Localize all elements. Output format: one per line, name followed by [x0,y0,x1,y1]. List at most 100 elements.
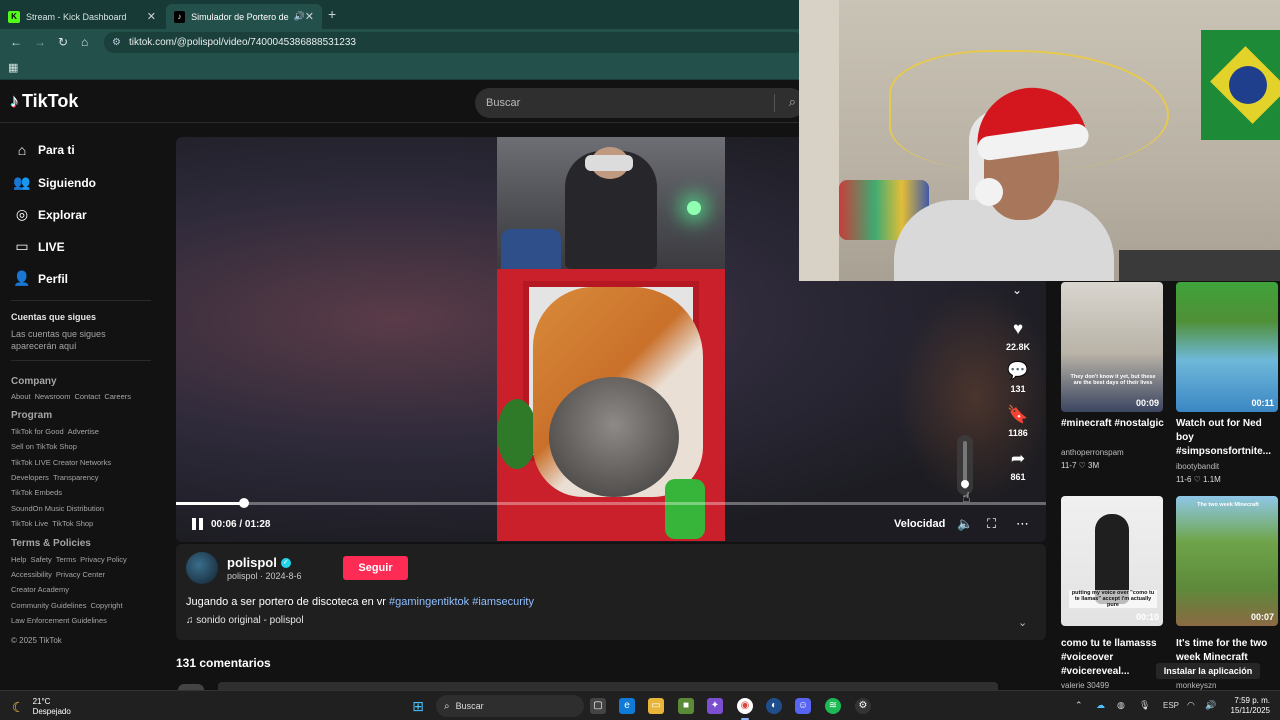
sidebar-item-para-ti[interactable]: ⌂ Para ti [12,142,75,158]
system-clock[interactable]: 7:59 p. m. 15/11/2025 [1224,696,1270,716]
edge-icon[interactable]: e [619,698,635,714]
video-frame[interactable] [497,137,725,541]
share-button[interactable]: ➦ 861 [993,449,1043,482]
related-video-author[interactable]: monkeyszn [1176,681,1216,690]
more-options-icon[interactable]: ⋯ [1016,516,1029,532]
footer-link[interactable]: Careers [104,392,131,401]
footer-link[interactable]: About [11,392,31,401]
footer-link[interactable]: Terms [56,555,76,564]
avatar[interactable] [186,552,218,584]
related-video-author[interactable]: valerie 30499 [1061,681,1109,690]
footer-link[interactable]: Contact [74,392,100,401]
footer-link[interactable]: Copyright [90,601,122,610]
onedrive-icon[interactable]: ☁ [1096,700,1105,711]
footer-link[interactable]: Law Enforcement Guidelines [11,616,107,625]
minecraft-icon[interactable]: ■ [678,698,694,714]
language-indicator[interactable]: ESP [1163,701,1179,710]
close-tab-icon[interactable]: ✕ [147,10,156,23]
footer-link[interactable]: Safety [30,555,51,564]
footer-link[interactable]: TikTok Shop [52,519,93,528]
related-video-title[interactable]: como tu te llamasss #voiceover #voicerev… [1061,637,1165,679]
sidebar-item-explorar[interactable]: ◎ Explorar [12,206,87,223]
home-icon[interactable]: ⌂ [81,35,88,49]
new-tab-icon[interactable]: + [328,6,336,22]
related-video-title[interactable]: Watch out for Ned boy #simpsonsfortnite.… [1176,417,1280,459]
footer-link[interactable]: Privacy Policy [80,555,127,564]
tray-app-icon[interactable]: ◍ [1117,700,1125,711]
hashtag-link[interactable]: #gamingentiktok [389,596,469,608]
related-video-thumb[interactable]: 00:11 [1176,282,1278,412]
speaker-icon[interactable]: 🔊 [294,11,305,22]
back-icon[interactable]: ← [10,35,22,49]
like-button[interactable]: ♥ 22.8K [993,319,1043,352]
footer-link[interactable]: Help [11,555,26,564]
search-icon[interactable]: ⌕ [789,94,796,110]
follow-button[interactable]: Seguir [343,556,408,580]
spotify-icon[interactable]: ≋ [825,698,841,714]
related-video-author[interactable]: ibootybandit [1176,462,1219,471]
settings-icon[interactable]: ⚙ [855,698,871,714]
weather-widget[interactable]: ☾ 21°C Despejado [12,697,71,717]
footer-link[interactable]: TikTok Live [11,519,48,528]
sound-link[interactable]: ♫ sonido original - polispol [186,615,304,626]
sidebar-item-siguiendo[interactable]: 👥 Siguiendo [12,174,96,191]
expand-chevron-icon[interactable]: ⌄ [1018,616,1027,629]
windows-start-icon[interactable]: ⊞ [410,698,426,714]
microphone-icon[interactable]: 🎙 [1139,700,1150,711]
username[interactable]: polispol ✓ [227,555,291,570]
chevron-up-icon[interactable]: ⌃ [1075,700,1083,711]
chevron-down-icon[interactable]: ⌄ [1012,283,1022,297]
search-input[interactable]: Buscar ⌕ [475,88,805,118]
file-explorer-icon[interactable]: ▭ [648,698,664,714]
footer-link[interactable]: Community Guidelines [11,601,86,610]
save-button[interactable]: 🔖 1186 [993,405,1043,438]
related-video-thumb[interactable]: They don't know it yet, but these are th… [1061,282,1163,412]
site-info-icon[interactable]: ⚙ [112,37,121,48]
comment-button[interactable]: 💬 131 [993,361,1043,394]
volume-icon[interactable]: 🔊 [1205,700,1216,711]
related-video-thumb[interactable]: putting my voice over "como tu te llamas… [1061,496,1163,626]
footer-link[interactable]: TikTok for Good [11,427,64,436]
apps-grid-icon[interactable]: ▦ [8,61,18,74]
hashtag-link[interactable]: #iamsecurity [472,596,534,608]
taskbar-search[interactable]: ⌕ Buscar [436,695,584,717]
task-view-icon[interactable]: ▢ [590,698,606,714]
wifi-icon[interactable]: ◠ [1187,700,1195,711]
footer-link[interactable]: Newsroom [35,392,71,401]
url-field[interactable]: ⚙ tiktok.com/@polispol/video/74000453868… [104,32,804,53]
volume-handle[interactable] [961,480,969,489]
chrome-icon[interactable]: ◉ [737,698,753,714]
footer-link[interactable]: Transparency [53,473,99,482]
footer-link[interactable]: SoundOn Music Distribution [11,504,104,513]
tab-kick-dashboard[interactable]: K Stream - Kick Dashboard ✕ [0,4,164,29]
discord-icon[interactable]: ☺ [795,698,811,714]
install-app-button[interactable]: Instalar la aplicación [1156,663,1260,679]
progress-bar[interactable] [176,498,1046,508]
progress-handle[interactable] [238,498,249,508]
pause-icon[interactable] [192,518,204,530]
volume-icon[interactable]: 🔈 [957,516,973,532]
related-video-author[interactable]: anthoperronspam [1061,448,1124,457]
forward-icon[interactable]: → [34,35,46,49]
tab-tiktok-video[interactable]: ♪ Simulador de Portero de D 🔊 ✕ [166,4,322,29]
related-video-thumb[interactable]: The two week Minecraft 00:07 [1176,496,1278,626]
sidebar-item-perfil[interactable]: 👤 Perfil [12,270,68,287]
sidebar-item-live[interactable]: ▭ LIVE [12,238,64,255]
footer-link[interactable]: Developers [11,473,49,482]
footer-link[interactable]: Accessibility [11,570,52,579]
footer-link[interactable]: Creator Academy [11,585,69,594]
related-video-title[interactable]: It's time for the two week Minecraft [1176,637,1280,665]
footer-link[interactable]: Advertise [68,427,99,436]
footer-link[interactable]: TikTok Embeds [11,488,62,497]
tiktok-logo[interactable]: ♪ TikTok [10,91,78,112]
fullscreen-icon[interactable]: ⛶ [987,516,996,532]
obs-icon[interactable]: ◐ [766,698,782,714]
copilot-icon[interactable]: ✦ [707,698,723,714]
reload-icon[interactable]: ↻ [58,35,68,49]
speed-button[interactable]: Velocidad [894,518,945,530]
close-tab-icon[interactable]: ✕ [305,10,314,23]
comment-input[interactable] [218,682,998,690]
related-video-title[interactable]: #minecraft #nostalgic [1061,417,1165,431]
footer-link[interactable]: TikTok LIVE Creator Networks [11,458,111,467]
footer-link[interactable]: Sell on TikTok Shop [11,442,77,451]
